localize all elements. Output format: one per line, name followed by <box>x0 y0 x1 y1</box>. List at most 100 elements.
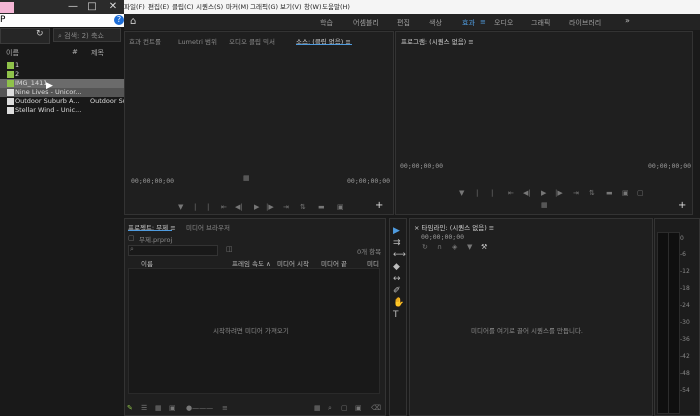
mark-out-icon[interactable]: | <box>476 189 478 197</box>
list-item[interactable]: Outdoor Suburb A...Outdoor Suburb <box>0 97 124 106</box>
go-to-in-icon[interactable]: ⇤ <box>508 189 514 197</box>
menu-window[interactable]: 창(W) <box>304 0 321 14</box>
vr-video-icon[interactable]: ▦ <box>541 201 548 209</box>
pen-icon[interactable]: ✎ <box>127 404 133 412</box>
menu-file[interactable]: 파일(F) <box>124 0 145 14</box>
mark-out-icon[interactable]: | <box>194 203 196 211</box>
source-timecode-current[interactable]: 00;00;00;00 <box>131 177 174 185</box>
selection-tool-icon[interactable]: ▶ <box>393 226 400 236</box>
col-header-frame-rate[interactable]: 프레임 속도 ∧ <box>232 258 271 268</box>
col-header-number[interactable]: # <box>72 48 78 56</box>
slip-tool-icon[interactable]: ↔ <box>393 274 401 284</box>
col-header-media[interactable]: 미디 <box>367 258 379 268</box>
snap-icon[interactable]: ∩ <box>437 243 442 251</box>
workspace-menu-icon[interactable]: ≡ <box>480 18 486 26</box>
go-to-out-icon[interactable]: ⇥ <box>573 189 579 197</box>
insert-icon[interactable]: ⇅ <box>300 203 306 211</box>
menu-markers[interactable]: 마커(M) <box>226 0 249 14</box>
tab-lumetri-scopes[interactable]: Lumetri 범위 <box>178 36 217 46</box>
nest-icon[interactable]: ↻ <box>422 243 428 251</box>
workspace-color[interactable]: 색상 <box>429 18 442 28</box>
list-item[interactable]: IMG_1411 <box>0 79 124 88</box>
col-header-media-start[interactable]: 미디어 시작 <box>277 258 309 268</box>
overwrite-icon[interactable]: ▬ <box>318 203 325 211</box>
add-marker-icon[interactable]: ▼ <box>467 243 472 251</box>
pen-tool-icon[interactable]: ✐ <box>393 286 401 296</box>
go-to-in-icon[interactable]: ⇤ <box>221 203 227 211</box>
menu-help[interactable]: 도움말(H) <box>322 0 350 14</box>
list-item[interactable]: 1 <box>0 61 124 70</box>
step-back-icon[interactable]: ◀| <box>235 203 243 211</box>
workspace-learning[interactable]: 학습 <box>320 18 333 28</box>
new-bin-icon[interactable]: ◫ <box>226 245 233 253</box>
workspace-effects[interactable]: 효과 <box>462 18 475 28</box>
settings-icon[interactable]: ▦ <box>243 174 250 182</box>
menu-view[interactable]: 보기(V) <box>280 0 301 14</box>
go-to-out-icon[interactable]: ⇥ <box>283 203 289 211</box>
col-header-title[interactable]: 제목 <box>91 48 104 58</box>
lift-icon[interactable]: ⇅ <box>589 189 595 197</box>
timeline-timecode[interactable]: 00;00;00;00 <box>421 233 464 241</box>
tab-program[interactable]: 프로그램: (시퀀스 없음) ≡ <box>401 36 474 46</box>
step-forward-icon[interactable]: |▶ <box>266 203 274 211</box>
col-header-name[interactable]: 이름 <box>6 48 19 58</box>
maximize-icon[interactable]: □ <box>83 0 101 14</box>
step-forward-icon[interactable]: |▶ <box>555 189 563 197</box>
menu-edit[interactable]: 편집(E) <box>148 0 169 14</box>
zoom-slider[interactable]: ●——— <box>186 404 213 412</box>
automate-icon[interactable]: ▦ <box>314 404 321 412</box>
tab-effect-controls[interactable]: 효과 컨트롤 <box>129 36 161 46</box>
trash-icon[interactable]: ⌫ <box>371 404 381 412</box>
list-view-icon[interactable]: ☰ <box>141 404 147 412</box>
workspace-assembly[interactable]: 어셈블리 <box>353 18 379 28</box>
linked-selection-icon[interactable]: ◈ <box>452 243 457 251</box>
close-icon[interactable]: ✕ <box>104 0 122 14</box>
razor-tool-icon[interactable]: ◆ <box>393 262 400 272</box>
mark-in-icon[interactable]: ▼ <box>178 203 183 211</box>
hand-tool-icon[interactable]: ✋ <box>393 298 404 308</box>
comparison-view-icon[interactable]: ▢ <box>637 189 644 197</box>
tab-timeline[interactable]: × 타임라인: (시퀀스 없음) ≡ <box>414 222 494 232</box>
workspace-audio[interactable]: 오디오 <box>494 18 513 28</box>
list-item[interactable]: Stellar Wind - Unic... <box>0 106 124 115</box>
list-item[interactable]: 2 <box>0 70 124 79</box>
explorer-search-input[interactable]: ⌕ 검색: 2) 축쇼 <box>53 28 121 42</box>
icon-view-icon[interactable]: ▦ <box>155 404 162 412</box>
col-header-name[interactable]: 이름 <box>141 258 153 268</box>
menu-sequence[interactable]: 시퀀스(S) <box>196 0 223 14</box>
list-item[interactable]: Nine Lives - Unicor... <box>0 88 124 97</box>
menu-clip[interactable]: 클립(C) <box>172 0 194 14</box>
mark-clip-icon[interactable]: | <box>491 189 493 197</box>
step-back-icon[interactable]: ◀| <box>523 189 531 197</box>
workspace-editing[interactable]: 편집 <box>397 18 410 28</box>
wrench-icon[interactable]: ⚒ <box>481 243 487 251</box>
tab-media-browser[interactable]: 미디어 브라우저 <box>186 222 230 232</box>
ripple-edit-tool-icon[interactable]: ⟷ <box>393 250 406 260</box>
project-search-input[interactable] <box>128 245 218 256</box>
play-icon[interactable]: ▶ <box>541 189 546 197</box>
sort-icon[interactable]: ≡ <box>222 404 228 412</box>
freeform-view-icon[interactable]: ▣ <box>169 404 176 412</box>
find-icon[interactable]: ⌕ <box>328 404 332 413</box>
play-icon[interactable]: ▶ <box>254 203 259 211</box>
home-icon[interactable]: ⌂ <box>130 16 136 27</box>
add-button[interactable]: + <box>375 200 383 211</box>
help-icon[interactable]: ? <box>114 15 124 25</box>
add-button[interactable]: + <box>678 200 686 211</box>
program-timecode-current[interactable]: 00;00;00;00 <box>400 162 443 170</box>
tab-audio-clip-mixer[interactable]: 오디오 클립 믹서 <box>229 36 275 46</box>
mark-clip-icon[interactable]: | <box>207 203 209 211</box>
more-workspaces-icon[interactable]: » <box>625 16 630 25</box>
type-tool-icon[interactable]: T <box>393 310 399 320</box>
col-header-media-end[interactable]: 미디어 끝 <box>321 258 347 268</box>
menu-graphics[interactable]: 그래픽(G) <box>250 0 278 14</box>
minimize-icon[interactable]: — <box>64 0 82 14</box>
track-select-tool-icon[interactable]: ⇉ <box>393 238 401 248</box>
export-frame-icon[interactable]: ▣ <box>622 189 629 197</box>
refresh-icon[interactable]: ↻ <box>36 29 44 39</box>
new-item-icon[interactable]: ▣ <box>355 404 362 412</box>
new-bin-icon[interactable]: ▢ <box>341 404 348 412</box>
workspace-graphics[interactable]: 그래픽 <box>531 18 550 28</box>
export-frame-icon[interactable]: ▣ <box>337 203 344 211</box>
mark-in-icon[interactable]: ▼ <box>459 189 464 197</box>
